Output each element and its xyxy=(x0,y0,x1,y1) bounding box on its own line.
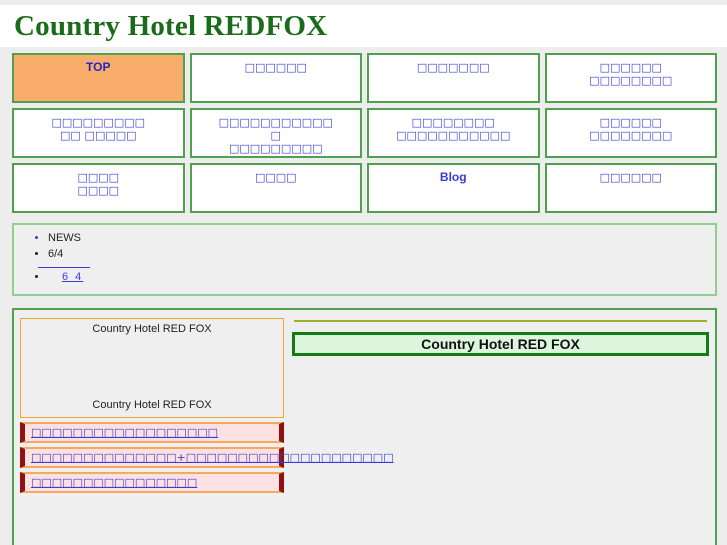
nav-item-label: □□□□□□ □□□□□□□□ xyxy=(589,116,673,142)
content-panel: Country Hotel RED FOX Country Hotel RED … xyxy=(12,308,717,540)
nav-item-label: □□□□□□□□□□□ □ □□□□□□□□□ xyxy=(218,116,333,155)
news-blank-link[interactable] xyxy=(38,266,90,268)
olive-divider xyxy=(294,320,707,322)
hotel-name-banner-label: Country Hotel RED FOX xyxy=(421,336,580,352)
hotel-image-placeholder: Country Hotel RED FOX Country Hotel RED … xyxy=(20,318,284,418)
news-box: NEWS 6/4 6 4 xyxy=(12,223,717,296)
nav-item-label: □□□□□□ □□□□□□□□ xyxy=(589,61,673,87)
promo-link-bars: □□□□□□□□□□□□□□□□□□ □□□□□□□□□□□□□□+□□□□□□… xyxy=(20,422,394,493)
promo-link-label: □□□□□□□□□□□□□□□□ xyxy=(31,476,198,489)
news-date-link[interactable]: 6 4 xyxy=(48,271,97,283)
news-blank-link-item xyxy=(30,266,715,268)
promo-link-bar-3[interactable]: □□□□□□□□□□□□□□□□ xyxy=(20,472,284,493)
nav-item-9[interactable]: □□□□ □□□□ xyxy=(12,163,185,213)
nav-item-blog[interactable]: Blog xyxy=(367,163,540,213)
nav-item-label: □□□□□□□□□ □□ □□□□□ xyxy=(51,116,146,142)
nav-item-2[interactable]: □□□□□□ xyxy=(189,53,362,103)
nav-item-top[interactable]: TOP xyxy=(12,53,185,103)
news-date-label: 6/4 xyxy=(48,248,64,260)
nav-item-label: □□□□□□□□ □□□□□□□□□□□ xyxy=(396,116,511,142)
nav-item-label: □□□□ □□□□ xyxy=(77,171,120,197)
promo-link-label: □□□□□□□□□□□□□□+□□□□□□□□□□□□□□□□□□□□ xyxy=(31,451,394,464)
news-date-item: 6/4 xyxy=(48,247,715,262)
hotel-name-banner: Country Hotel RED FOX xyxy=(292,332,709,356)
nav-item-10[interactable]: □□□□ xyxy=(189,163,362,213)
nav-item-12[interactable]: □□□□□□ xyxy=(544,163,717,213)
promo-link-bar-1[interactable]: □□□□□□□□□□□□□□□□□□ xyxy=(20,422,284,443)
page-title: Country Hotel REDFOX xyxy=(14,9,328,42)
nav-item-6[interactable]: □□□□□□□□□□□ □ □□□□□□□□□ xyxy=(189,108,362,158)
promo-link-label: □□□□□□□□□□□□□□□□□□ xyxy=(31,426,219,439)
nav-item-3[interactable]: □□□□□□□ xyxy=(367,53,540,103)
nav-item-label: □□□□□□ xyxy=(599,171,662,184)
nav-item-5[interactable]: □□□□□□□□□ □□ □□□□□ xyxy=(12,108,185,158)
content-panel-tail xyxy=(12,540,717,545)
news-heading: NEWS xyxy=(48,231,715,246)
news-link-item: 6 4 xyxy=(48,270,715,285)
image-alt-text-top: Country Hotel RED FOX xyxy=(92,323,212,335)
image-alt-text-bottom: Country Hotel RED FOX xyxy=(92,399,212,411)
nav-item-label: Blog xyxy=(439,170,467,184)
nav-item-label: TOP xyxy=(86,60,111,74)
nav-item-label: □□□□□□ xyxy=(244,61,307,74)
news-list: NEWS 6/4 6 4 xyxy=(14,231,715,285)
main-navigation: TOP □□□□□□ □□□□□□□ □□□□□□ □□□□□□□□ □□□□□… xyxy=(12,53,717,213)
nav-item-label: □□□□ xyxy=(254,171,297,184)
promo-link-bar-2[interactable]: □□□□□□□□□□□□□□+□□□□□□□□□□□□□□□□□□□□ xyxy=(20,447,394,468)
news-heading-label: NEWS xyxy=(48,232,81,244)
nav-item-4[interactable]: □□□□□□ □□□□□□□□ xyxy=(544,53,717,103)
site-header: Country Hotel REDFOX xyxy=(0,5,727,47)
nav-item-8[interactable]: □□□□□□ □□□□□□□□ xyxy=(544,108,717,158)
content-left-column: Country Hotel RED FOX Country Hotel RED … xyxy=(20,318,394,540)
nav-item-label: □□□□□□□ xyxy=(416,61,490,74)
content-right-column: Country Hotel RED FOX xyxy=(284,318,709,540)
nav-item-7[interactable]: □□□□□□□□ □□□□□□□□□□□ xyxy=(367,108,540,158)
